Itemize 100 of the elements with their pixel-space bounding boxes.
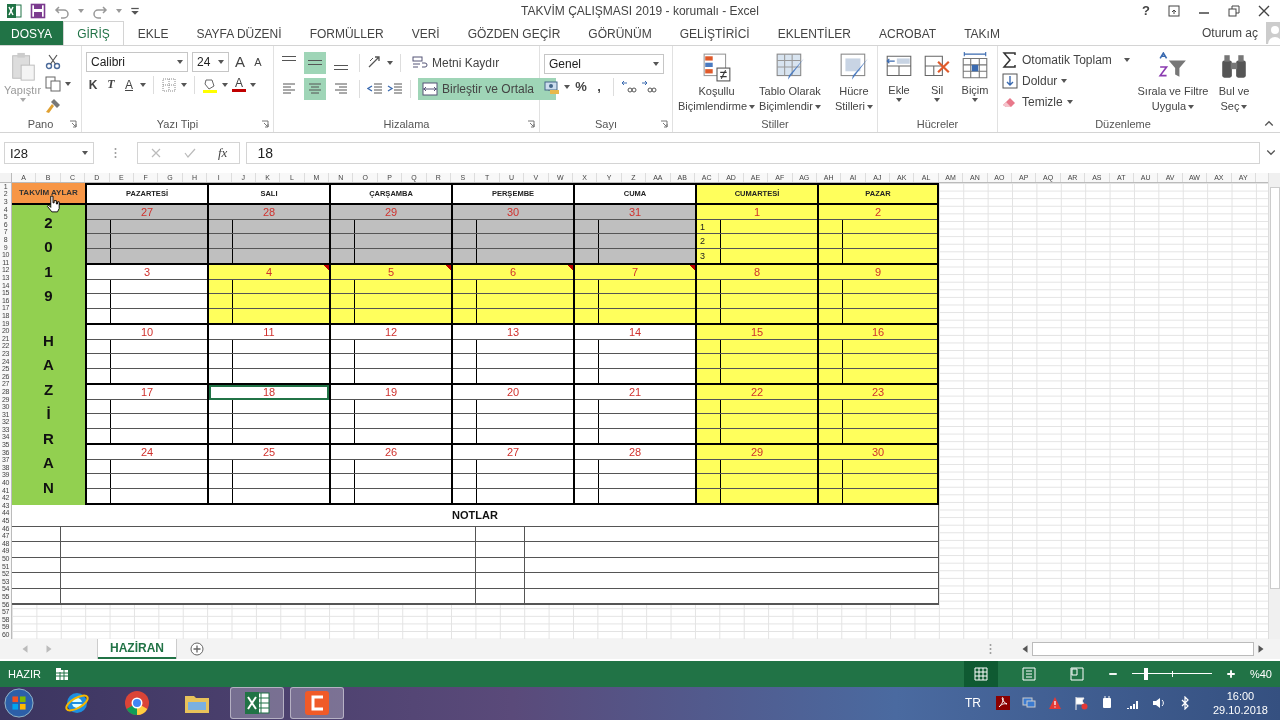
horizontal-scrollbar[interactable]	[1020, 641, 1266, 656]
save-icon[interactable]	[30, 2, 46, 19]
pdf-icon[interactable]	[995, 696, 1010, 711]
day-number-cell[interactable]: 23	[819, 384, 937, 400]
zoom-slider-thumb[interactable]	[1144, 667, 1149, 680]
decrease-indent-icon[interactable]	[367, 80, 383, 97]
day-number-cell[interactable]: 2	[819, 204, 937, 220]
autosum-button[interactable]: Otomatik Toplam	[1022, 52, 1112, 67]
caret-icon[interactable]	[222, 82, 228, 87]
copy-icon[interactable]	[45, 75, 62, 92]
delete-cells-button[interactable]: Sil	[920, 51, 954, 102]
dialog-launcher-icon[interactable]	[660, 119, 668, 128]
network-icon[interactable]	[1021, 696, 1036, 711]
help-button[interactable]: ?	[1142, 3, 1150, 19]
sort-filter-button[interactable]: Sırala ve Filtre Uygula	[1136, 51, 1210, 114]
caret-icon[interactable]	[250, 82, 256, 87]
caret-icon[interactable]	[1123, 57, 1130, 62]
ribbon-tab[interactable]: FORMÜLLER	[295, 21, 398, 45]
fill-button[interactable]: Doldur	[1022, 73, 1058, 88]
zoom-in-icon[interactable]	[1225, 668, 1236, 679]
dialog-launcher-icon[interactable]	[527, 119, 535, 128]
zoom-level[interactable]: %40	[1249, 667, 1272, 680]
middle-align-button[interactable]	[304, 51, 326, 74]
ribbon-tab[interactable]: EKLENTİLER	[763, 21, 866, 45]
add-sheet-icon[interactable]	[190, 641, 204, 656]
restore-icon[interactable]	[1228, 4, 1240, 17]
caret-icon[interactable]	[387, 60, 393, 65]
comma-button[interactable]: ,	[592, 79, 606, 95]
bold-button[interactable]: K	[86, 77, 100, 92]
format-cells-button[interactable]: Biçim	[958, 51, 992, 102]
wrap-text-button[interactable]: Metni Kaydır	[408, 51, 504, 74]
dialog-launcher-icon[interactable]	[69, 119, 77, 128]
cut-icon[interactable]	[45, 53, 62, 70]
day-number-cell[interactable]: 16	[819, 324, 937, 340]
conditional-style-button[interactable]: Koşullu Biçimlendirme	[677, 51, 757, 114]
percent-button[interactable]: %	[574, 79, 588, 95]
macro-icon[interactable]	[55, 666, 69, 681]
day-number-cell[interactable]: 9	[819, 264, 937, 280]
ribbon-tab[interactable]: SAYFA DÜZENİ	[182, 21, 296, 45]
language-indicator[interactable]: TR	[964, 696, 981, 711]
ribbon-tab[interactable]: VERİ	[397, 21, 454, 45]
table-style-button[interactable]: Tablo Olarak Biçimlendir	[758, 51, 822, 114]
ribbon-tab[interactable]: GÖZDEN GEÇİR	[453, 21, 575, 45]
taskbar-excel-button[interactable]	[230, 687, 284, 720]
dialog-launcher-icon[interactable]	[261, 119, 269, 128]
volume-icon[interactable]	[1151, 696, 1166, 711]
clear-button[interactable]: Temizle	[1022, 94, 1063, 109]
format-painter-icon[interactable]	[45, 97, 62, 114]
day-number-cell[interactable]: 18	[209, 384, 329, 400]
caret-icon[interactable]	[65, 81, 72, 86]
caret-icon[interactable]	[181, 82, 187, 87]
taskbar-camtasia-button[interactable]	[290, 687, 344, 720]
close-icon[interactable]	[1258, 4, 1270, 17]
day-number-cell[interactable]: 30	[819, 444, 937, 460]
insert-cells-button[interactable]: Ekle	[882, 51, 916, 102]
ribbon-tab[interactable]: DOSYA	[0, 21, 64, 45]
grow-font-button[interactable]: A	[233, 53, 247, 71]
number-format-field[interactable]: Genel	[544, 53, 664, 74]
caret-icon[interactable]	[564, 84, 570, 89]
ribbon-display-icon[interactable]	[1168, 4, 1180, 17]
warning-icon[interactable]	[1047, 696, 1062, 711]
start-button[interactable]	[4, 688, 34, 719]
day-number-cell[interactable]: 4	[209, 264, 329, 280]
formula-field[interactable]: 18	[246, 142, 1260, 165]
insert-function-button[interactable]: fx	[218, 145, 228, 162]
increase-indent-icon[interactable]	[387, 80, 403, 97]
normal-view-button[interactable]	[963, 660, 998, 687]
ribbon-tab[interactable]: GİRİŞ	[63, 21, 124, 45]
cell-style-button[interactable]: Hücre Stilleri	[823, 51, 884, 114]
clock-time[interactable]: 16:00	[1226, 689, 1255, 704]
customize-icon[interactable]	[130, 5, 140, 16]
drag-handle-icon[interactable]	[114, 147, 117, 160]
day-number-cell[interactable]: 6	[453, 264, 573, 280]
ribbon-tab[interactable]: EKLE	[123, 21, 183, 45]
center-align-button[interactable]	[304, 77, 326, 100]
decrease-decimal-icon[interactable]	[641, 78, 657, 95]
ribbon-tab[interactable]: GELİŞTİRİCİ	[665, 21, 764, 45]
merge-center-button[interactable]: Birleştir ve Ortala	[418, 77, 557, 100]
italic-button[interactable]: T	[104, 77, 118, 93]
sheet-tab[interactable]: HAZİRAN	[98, 638, 176, 659]
vertical-scrollbar[interactable]	[1268, 172, 1280, 639]
caret-icon[interactable]	[140, 82, 146, 87]
ribbon-tab[interactable]: ACROBAT	[865, 21, 951, 45]
name-box[interactable]: I28	[4, 142, 94, 165]
fill-color-icon[interactable]	[202, 76, 218, 93]
caret-icon[interactable]	[1066, 99, 1073, 104]
increase-decimal-icon[interactable]	[621, 78, 637, 95]
sign-in-link[interactable]: Oturum aç	[1194, 21, 1266, 45]
clock-date[interactable]: 29.10.2018	[1212, 703, 1268, 718]
flag-icon[interactable]	[1073, 696, 1088, 711]
day-number-cell[interactable]: 5	[331, 264, 451, 280]
font-name-field[interactable]: Calibri	[86, 51, 188, 72]
font-size-field[interactable]: 24	[192, 51, 229, 72]
font-color-button[interactable]: A	[232, 77, 246, 93]
ribbon-tab[interactable]: GÖRÜNÜM	[574, 21, 666, 45]
ribbon-tab[interactable]: TAKıM	[950, 21, 1014, 45]
currency-icon[interactable]	[544, 78, 560, 95]
drag-handle-icon[interactable]	[989, 642, 992, 655]
find-select-button[interactable]: Bul ve Seç	[1214, 51, 1254, 114]
day-number-cell[interactable]: 7	[575, 264, 695, 280]
